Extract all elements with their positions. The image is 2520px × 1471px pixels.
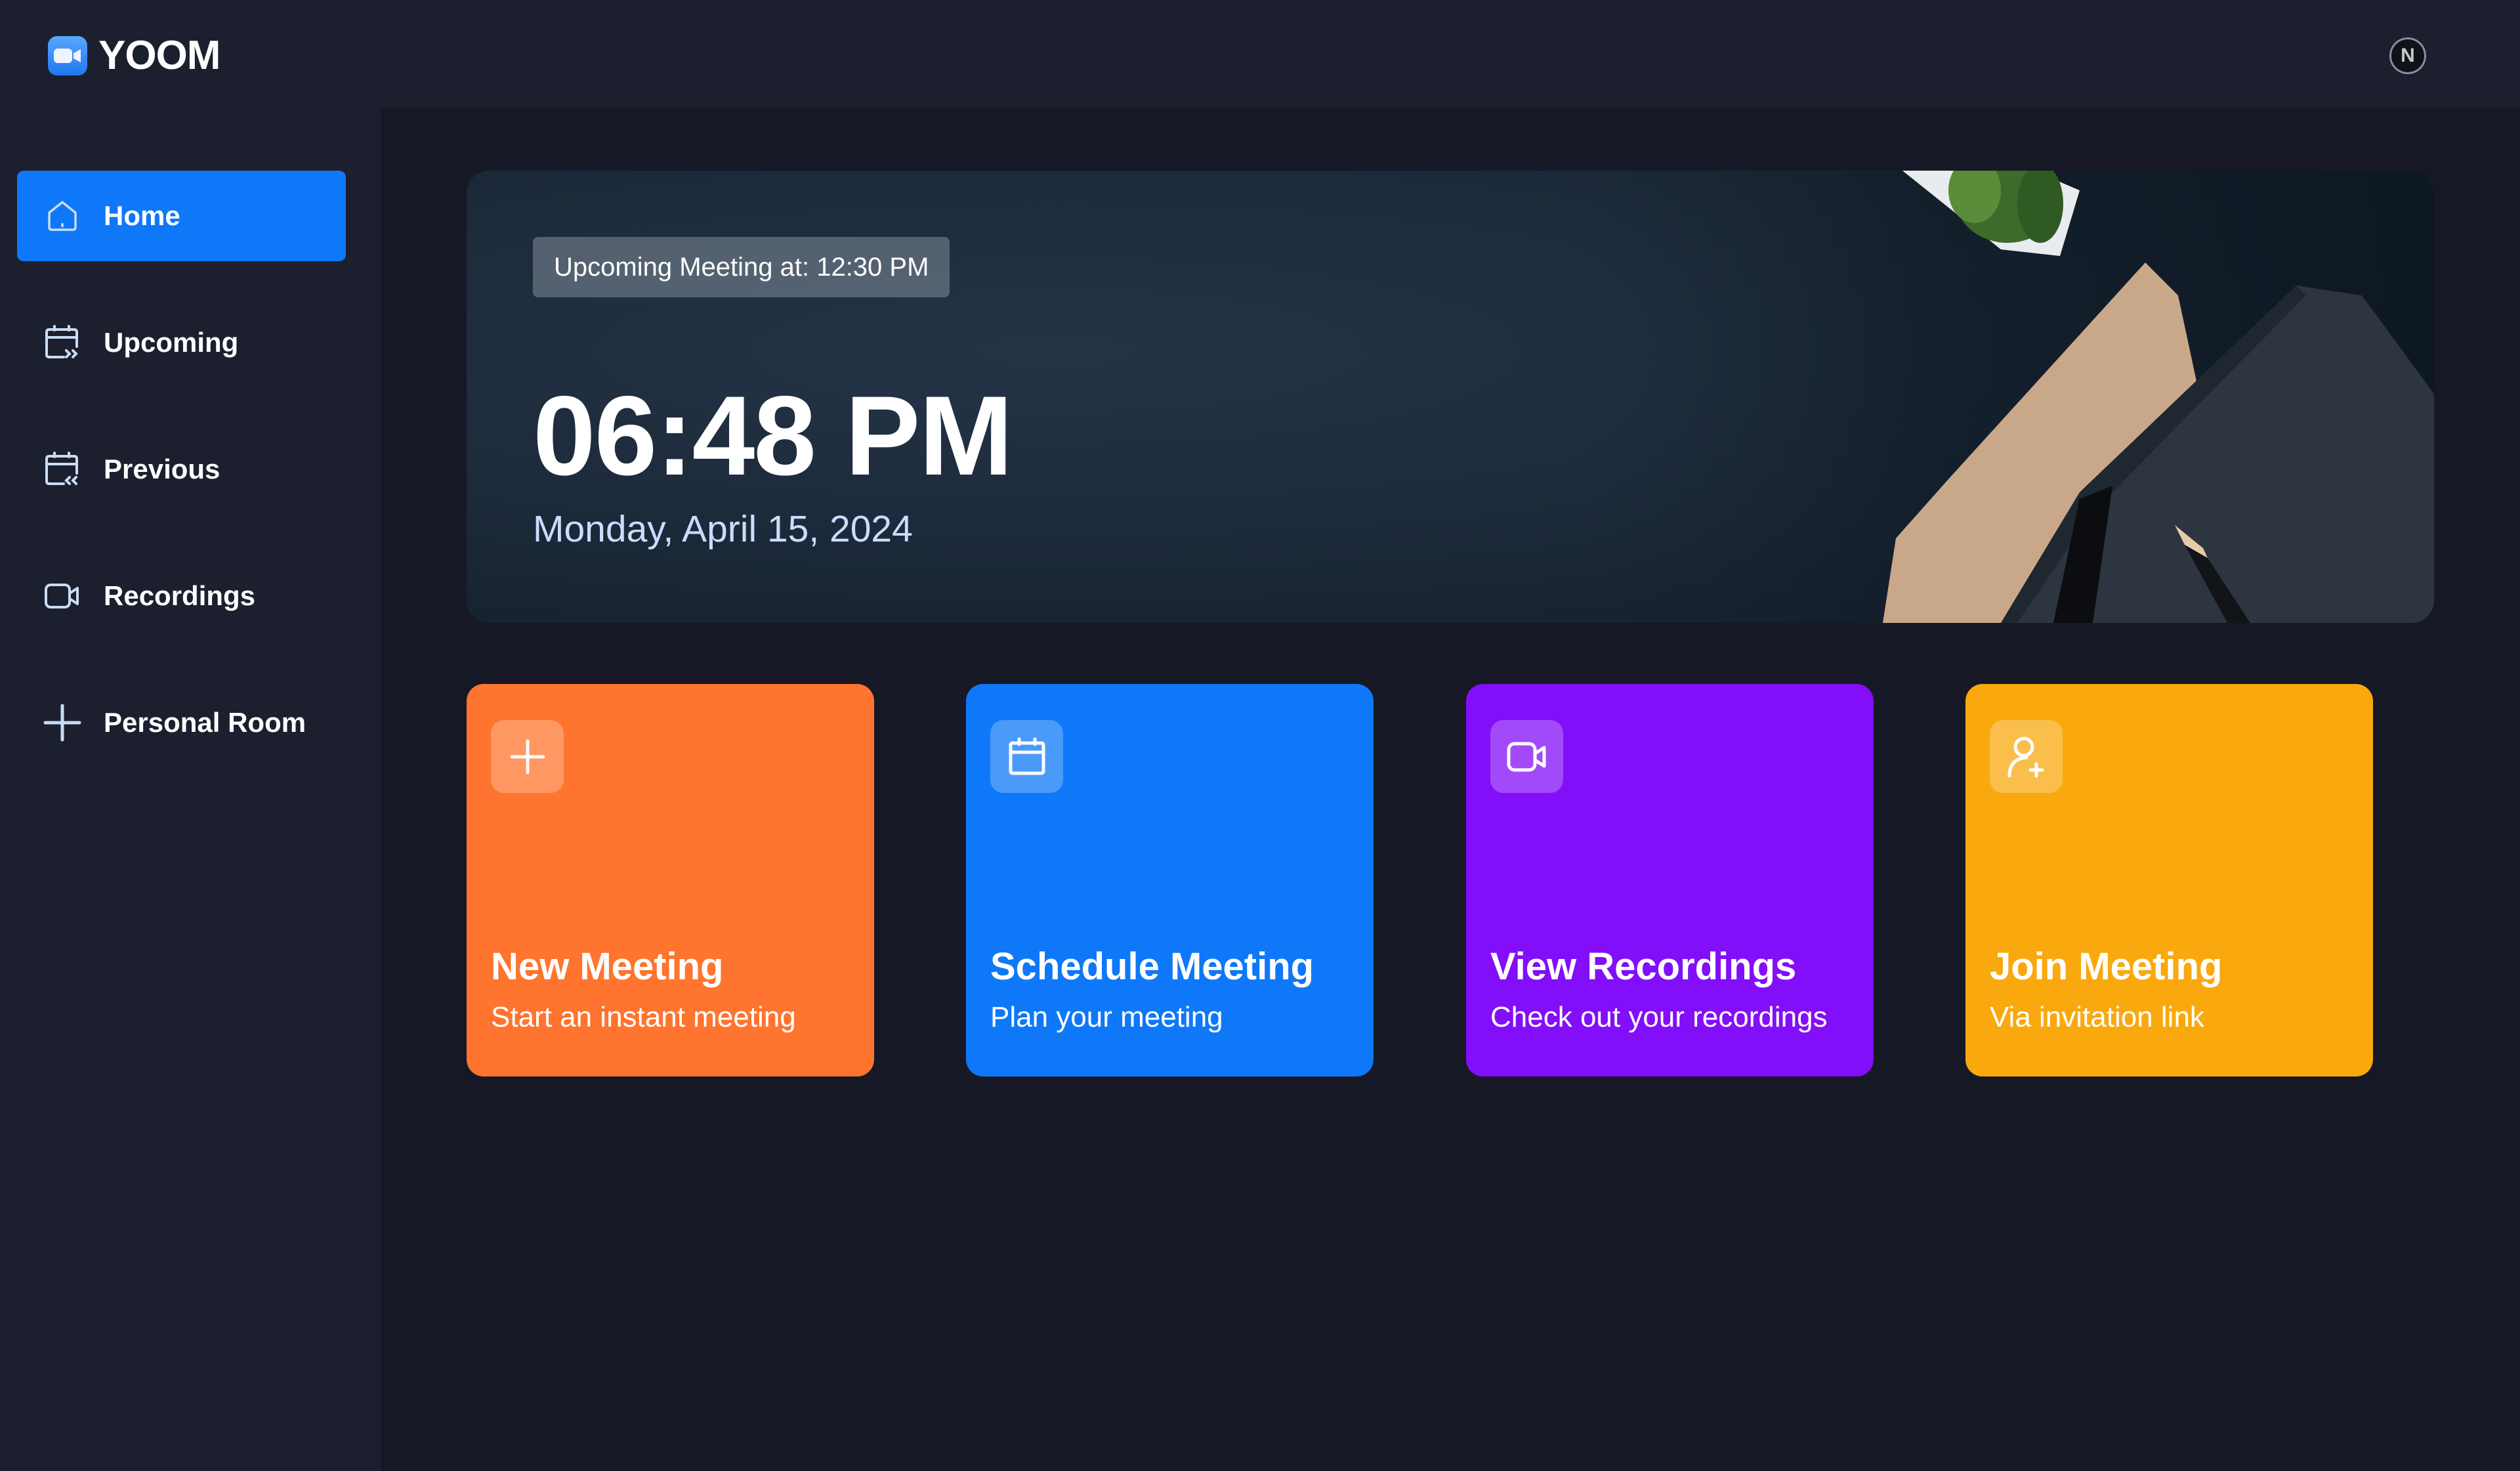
video-icon [1490, 720, 1563, 793]
sidebar-item-home[interactable]: Home [17, 171, 346, 261]
schedule-meeting-card[interactable]: Schedule Meeting Plan your meeting [966, 684, 1374, 1077]
card-subtitle: Plan your meeting [990, 1001, 1223, 1033]
sidebar-item-label: Upcoming [104, 327, 239, 358]
card-subtitle: Via invitation link [1990, 1001, 2204, 1033]
card-title: View Recordings [1490, 945, 1797, 988]
join-meeting-card[interactable]: Join Meeting Via invitation link [1965, 684, 2373, 1077]
sidebar-item-previous[interactable]: Previous [17, 424, 346, 515]
current-time: 06:48 PM [533, 373, 1013, 499]
sidebar-item-personal-room[interactable]: Personal Room [17, 677, 346, 768]
hero-banner: Upcoming Meeting at: 12:30 PM 06:48 PM M… [467, 171, 2434, 623]
sidebar-item-label: Previous [104, 454, 220, 484]
app-name: YOOM [98, 33, 220, 78]
card-title: Schedule Meeting [990, 945, 1314, 988]
home-icon [43, 197, 81, 235]
card-title: New Meeting [491, 945, 724, 988]
logo-link[interactable]: YOOM [48, 33, 220, 78]
card-subtitle: Start an instant meeting [491, 1001, 796, 1033]
avatar-initial: N [2401, 45, 2415, 66]
calendar-back-icon [43, 450, 81, 488]
sidebar-item-label: Recordings [104, 580, 256, 611]
sidebar-item-recordings[interactable]: Recordings [17, 551, 346, 641]
view-recordings-card[interactable]: View Recordings Check out your recording… [1466, 684, 1874, 1077]
card-title: Join Meeting [1990, 945, 2223, 988]
card-subtitle: Check out your recordings [1490, 1001, 1828, 1033]
calendar-forward-icon [43, 324, 81, 362]
desk-photo-image [1581, 171, 2434, 623]
upcoming-meeting-text: Upcoming Meeting at: 12:30 PM [554, 252, 929, 282]
video-camera-icon [48, 36, 87, 75]
calendar-icon [990, 720, 1063, 793]
sidebar-item-label: Personal Room [104, 707, 306, 738]
new-meeting-card[interactable]: New Meeting Start an instant meeting [467, 684, 874, 1077]
upcoming-meeting-badge: Upcoming Meeting at: 12:30 PM [533, 237, 950, 297]
sidebar: Home Upcoming Previous Recordings Person… [0, 108, 381, 1471]
sidebar-item-label: Home [104, 200, 180, 231]
current-date: Monday, April 15, 2024 [533, 508, 913, 550]
user-plus-icon [1990, 720, 2063, 793]
plus-icon [43, 704, 81, 742]
user-avatar[interactable]: N [2389, 37, 2426, 74]
top-navbar: YOOM N [0, 0, 2520, 108]
video-icon [43, 577, 81, 615]
plus-icon [491, 720, 564, 793]
sidebar-item-upcoming[interactable]: Upcoming [17, 297, 346, 388]
